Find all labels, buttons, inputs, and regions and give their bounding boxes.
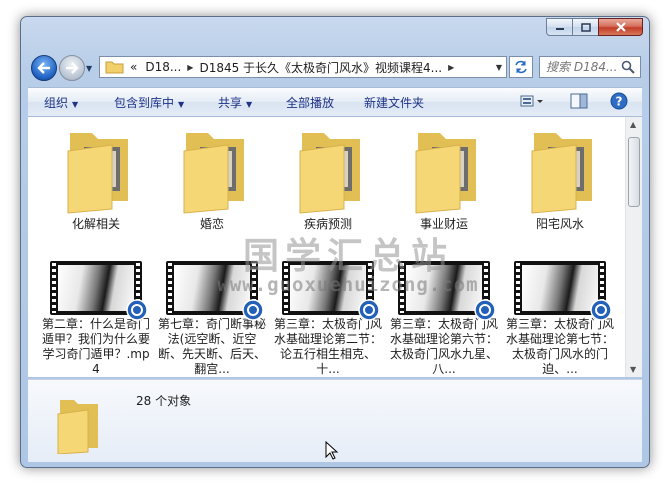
chevron-down-icon: ▼ bbox=[178, 100, 185, 109]
address-bar[interactable]: « D18... ▶ D1845 于长久《太极奇门风水》视频课程4... ▶ ▼ bbox=[99, 56, 507, 78]
breadcrumb-separator-icon[interactable]: ▶ bbox=[185, 63, 195, 72]
back-button[interactable] bbox=[31, 55, 57, 81]
scroll-up-icon[interactable]: ▲ bbox=[630, 120, 636, 129]
help-button[interactable]: ? bbox=[610, 92, 628, 113]
video-file-item[interactable]: 第二章：什么是奇门遁甲？我们为什么要学习奇门遁甲？.mp4 bbox=[40, 261, 152, 377]
svg-text:?: ? bbox=[616, 95, 623, 109]
breadcrumb-separator-icon[interactable]: ▶ bbox=[446, 63, 456, 72]
organize-menu-button[interactable]: 组织 ▼ bbox=[44, 94, 78, 111]
folder-icon bbox=[531, 133, 592, 214]
media-player-badge-icon bbox=[590, 299, 612, 321]
media-player-badge-icon bbox=[358, 299, 380, 321]
folder-item[interactable]: 阳宅风水 bbox=[504, 123, 616, 232]
preview-pane-button[interactable] bbox=[570, 93, 588, 112]
preview-pane-icon bbox=[570, 93, 588, 109]
play-all-button[interactable]: 全部播放 bbox=[286, 94, 334, 111]
organize-label: 组织 bbox=[44, 96, 69, 110]
folder-icon bbox=[415, 133, 476, 214]
chevron-down-icon: ▼ bbox=[246, 100, 253, 109]
file-label: 第二章：什么是奇门遁甲？我们为什么要学习奇门遁甲？.mp4 bbox=[41, 317, 150, 376]
minimize-icon bbox=[555, 28, 564, 30]
search-input[interactable] bbox=[546, 60, 618, 74]
video-thumbnail bbox=[514, 261, 612, 321]
file-label: 第三章：太极奇门风水基础理论第七节：太极奇门风水的门迫、... bbox=[505, 317, 614, 376]
folder-large-icon bbox=[57, 400, 98, 454]
file-label: 第三章：太极奇门风水基础理论第二节：论五行相生相克、十... bbox=[273, 317, 382, 376]
maximize-button[interactable] bbox=[572, 18, 599, 36]
file-label: 第七章：奇门断事秘法(远空断、近空断、先天断、后天、翻宫... bbox=[157, 317, 266, 376]
breadcrumb-segment-1[interactable]: D18... bbox=[141, 60, 185, 74]
file-view[interactable]: 化解相关 婚恋 疾病预测 事业财运 阳宅风水 第二章：什么是奇门遁甲？我们为什么… bbox=[28, 117, 642, 377]
folder-item[interactable]: 疾病预测 bbox=[272, 123, 384, 232]
folder-icon bbox=[67, 133, 128, 214]
folder-icon bbox=[183, 133, 244, 214]
folder-small-icon bbox=[105, 61, 124, 74]
file-label: 第三章：太极奇门风水基础理论第六节：太极奇门风水九星、八... bbox=[389, 317, 498, 376]
media-player-badge-icon bbox=[242, 299, 264, 321]
command-bar: 组织 ▼ 包含到库中 ▼ 共享 ▼ 全部播放 新建文件夹 ? bbox=[28, 87, 642, 117]
navigation-bar: ▼ « D18... ▶ D1845 于长久《太极奇门风水》视频课程4... ▶… bbox=[29, 55, 641, 81]
media-player-badge-icon bbox=[474, 299, 496, 321]
minimize-button[interactable] bbox=[546, 18, 573, 36]
share-button[interactable]: 共享 ▼ bbox=[218, 94, 252, 111]
video-file-item[interactable]: 第三章：太极奇门风水基础理论第七节：太极奇门风水的门迫、... bbox=[504, 261, 616, 377]
folder-item[interactable]: 化解相关 bbox=[40, 123, 152, 232]
media-player-badge-icon bbox=[126, 299, 148, 321]
forward-button[interactable] bbox=[59, 55, 85, 81]
watermark-url: www.guoxuehuizong.com bbox=[217, 274, 479, 296]
breadcrumb-segment-2[interactable]: D1845 于长久《太极奇门风水》视频课程4... bbox=[195, 59, 446, 76]
address-dropdown-icon[interactable]: ▼ bbox=[496, 63, 502, 72]
new-folder-button[interactable]: 新建文件夹 bbox=[364, 94, 424, 111]
refresh-button[interactable] bbox=[509, 56, 533, 78]
address-overflow-marker[interactable]: « bbox=[126, 60, 141, 74]
folder-icon bbox=[299, 133, 360, 214]
back-arrow-icon bbox=[37, 62, 50, 74]
recent-pages-dropdown[interactable]: ▼ bbox=[86, 64, 92, 73]
refresh-icon bbox=[515, 60, 527, 74]
maximize-icon bbox=[580, 22, 591, 32]
view-icon bbox=[520, 95, 543, 107]
watermark-title: 国学汇总站 bbox=[242, 236, 453, 277]
vertical-scrollbar[interactable]: ▲ ▼ bbox=[625, 117, 642, 377]
view-options-button[interactable] bbox=[520, 94, 546, 111]
include-in-library-button[interactable]: 包含到库中 ▼ bbox=[114, 94, 184, 111]
help-icon: ? bbox=[610, 92, 628, 110]
mouse-cursor-icon bbox=[325, 441, 339, 460]
folder-label: 化解相关 bbox=[71, 217, 120, 231]
scroll-down-icon[interactable]: ▼ bbox=[630, 365, 636, 374]
share-label: 共享 bbox=[218, 96, 243, 110]
chevron-down-icon: ▼ bbox=[72, 100, 79, 109]
caption-buttons bbox=[546, 18, 643, 36]
item-count: 28 个对象 bbox=[136, 394, 192, 408]
folder-item[interactable]: 事业财运 bbox=[388, 123, 500, 232]
close-button[interactable] bbox=[598, 18, 643, 36]
search-icon[interactable] bbox=[621, 60, 635, 74]
explorer-window: ▼ « D18... ▶ D1845 于长久《太极奇门风水》视频课程4... ▶… bbox=[20, 16, 650, 468]
scrollbar-thumb[interactable] bbox=[628, 137, 640, 207]
forward-arrow-icon bbox=[66, 62, 79, 74]
folder-item[interactable]: 婚恋 bbox=[156, 123, 268, 232]
video-thumbnail bbox=[50, 261, 148, 321]
close-icon bbox=[615, 22, 626, 32]
search-box[interactable] bbox=[539, 56, 641, 78]
folder-label: 阳宅风水 bbox=[535, 217, 584, 231]
include-in-library-label: 包含到库中 bbox=[114, 96, 175, 110]
